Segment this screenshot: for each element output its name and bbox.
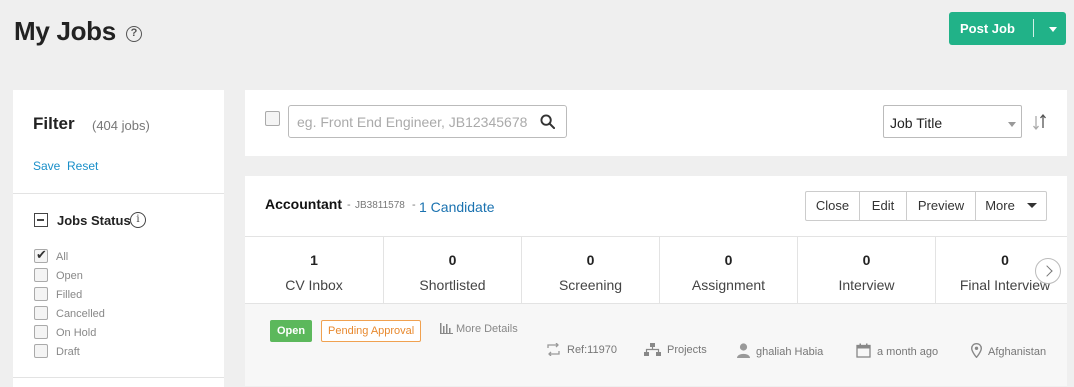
jobs-status-title: Jobs Status [57,213,131,228]
help-icon[interactable]: ? [126,26,142,42]
user-icon [737,343,750,358]
stat-cv-inbox[interactable]: 1 CV Inbox [245,237,384,304]
posted-value: a month ago [877,346,939,358]
filter-job-count: (404 jobs) [92,118,150,133]
more-details-label: More Details [456,323,518,335]
preview-job-button[interactable]: Preview [907,192,976,220]
search-icon[interactable] [540,114,555,129]
owner-meta: ghaliah Habia [737,343,823,358]
ref-meta: Ref:11970 [546,342,617,357]
repeat-icon [547,342,560,357]
stat-label: CV Inbox [285,277,343,293]
job-footer: Open Pending Approval More Details Ref:1… [245,304,1067,386]
status-label: Cancelled [56,308,105,320]
separator: - [347,199,351,211]
ref-value: Ref:11970 [567,344,617,356]
info-icon[interactable]: i [130,212,146,228]
org-chart-icon [644,343,661,356]
job-actions: Close Edit Preview More [805,191,1047,221]
filter-panel: Filter (404 jobs) Save Reset Jobs Status… [13,90,224,387]
stat-label: Shortlisted [419,277,486,293]
chevron-down-icon [1008,122,1016,127]
checkbox[interactable] [34,247,48,263]
stat-count: 0 [724,252,733,268]
status-label: Open [56,270,83,282]
save-filter-link[interactable]: Save [33,159,60,173]
stat-assignment[interactable]: 0 Assignment [660,237,798,304]
button-separator [1033,19,1034,37]
more-actions-button[interactable]: More [976,192,1046,220]
more-details-link[interactable]: More Details [440,323,518,335]
edit-job-button[interactable]: Edit [860,192,907,220]
close-job-button[interactable]: Close [806,192,860,220]
status-label: On Hold [56,327,97,339]
department-meta: Projects [644,343,707,356]
location-meta: Afghanistan [970,342,1047,359]
location-value: Afghanistan [988,346,1047,358]
status-label: Filled [56,289,83,301]
collapse-icon[interactable] [34,213,48,227]
map-pin-icon [970,342,983,359]
reset-filter-link[interactable]: Reset [67,159,98,173]
bar-chart-icon [440,323,453,334]
checkbox[interactable] [34,287,48,301]
approval-badge: Pending Approval [321,320,422,342]
chevron-down-icon [1026,203,1037,208]
separator: - [412,199,416,211]
divider [13,377,224,378]
stat-label: Screening [558,277,623,293]
post-job-label[interactable]: Post Job [960,21,1015,36]
stat-count: 0 [586,252,595,268]
stat-count: 0 [448,252,457,268]
more-label: More [985,198,1015,213]
sort-order-icon[interactable] [1031,112,1049,132]
post-job-button[interactable]: Post Job [949,12,1066,45]
posted-meta: a month ago [856,343,938,358]
stat-shortlisted[interactable]: 0 Shortlisted [384,237,522,304]
checkbox[interactable] [34,306,48,320]
filter-title: Filter [33,114,75,133]
next-arrow-icon[interactable] [1035,258,1061,284]
chevron-down-icon[interactable] [1049,27,1057,32]
search-input[interactable] [297,114,527,130]
job-card: Accountant - JB3811578 - 1 Candidate Clo… [245,176,1067,386]
sort-by-value: Job Title [890,115,943,131]
status-label: Draft [56,346,80,358]
stat-count: 0 [862,252,871,268]
search-box[interactable] [288,105,567,138]
search-panel: Job Title [245,90,1067,156]
checkbox[interactable] [34,268,48,282]
status-label: All [56,251,69,263]
stat-screening[interactable]: 0 Screening [522,237,660,304]
stat-label: Interview [838,277,895,293]
job-title[interactable]: Accountant [265,196,342,212]
sort-by-select[interactable]: Job Title [883,105,1022,138]
status-badge: Open [270,320,313,342]
calendar-icon [856,343,871,358]
department-value: Projects [667,344,707,356]
page-title: My Jobs [14,16,116,46]
owner-value: ghaliah Habia [756,346,824,358]
checkbox[interactable] [34,325,48,339]
stat-label: Assignment [691,277,766,293]
select-all-checkbox[interactable] [265,111,280,126]
divider [13,193,224,194]
candidates-link[interactable]: 1 Candidate [419,199,495,215]
job-code: JB3811578 [355,200,405,211]
checkbox[interactable] [34,344,48,358]
stat-interview[interactable]: 0 Interview [798,237,936,304]
stat-count: 1 [310,252,318,268]
pipeline-stats: 1 CV Inbox 0 Shortlisted 0 Screening 0 A… [245,236,1067,304]
